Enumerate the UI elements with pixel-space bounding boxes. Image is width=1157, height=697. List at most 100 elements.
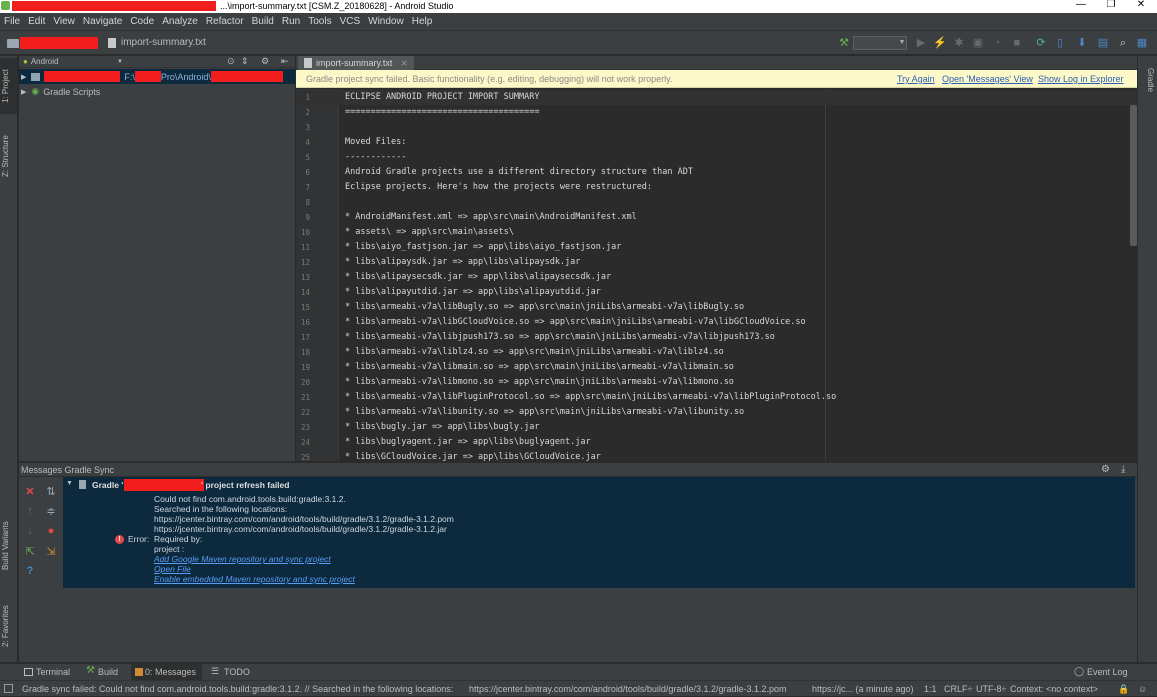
code-line[interactable]: 25 * libs\GCloudVoice.jar => app\libs\GCl… — [296, 450, 1137, 461]
caret-position[interactable]: 1:1 — [924, 681, 937, 697]
run-icon[interactable]: ▶ — [914, 36, 928, 50]
hide-panel-icon[interactable]: ⇤ — [281, 56, 289, 67]
code-line[interactable]: 20 * libs\armeabi-v7a\libmono.so => app\s… — [296, 375, 1137, 390]
tab-import-summary[interactable]: import-summary.txt ✕ — [298, 56, 414, 70]
group-expand-arrow-icon[interactable]: ▼ — [66, 480, 73, 487]
avd-manager-icon[interactable]: ▯ — [1053, 36, 1067, 50]
code-line[interactable]: 8 — [296, 195, 1137, 210]
tab-todo[interactable]: TODO — [210, 664, 250, 681]
code-line[interactable]: 9 * AndroidManifest.xml => app\src\main\A… — [296, 210, 1137, 225]
close-tab-icon[interactable]: ✕ — [401, 59, 408, 68]
code-line[interactable]: 24 * libs\buglyagent.jar => app\libs\bugl… — [296, 435, 1137, 450]
file-encoding[interactable]: UTF-8÷ — [976, 681, 1006, 697]
code-line[interactable]: 13 * libs\alipaysecsdk.jar => app\libs\al… — [296, 270, 1137, 285]
code-line[interactable]: 2 ====================================== — [296, 105, 1137, 120]
code-view[interactable]: 1 ECLIPSE ANDROID PROJECT IMPORT SUMMARY 2… — [296, 89, 1137, 461]
code-line[interactable]: 7 Eclipse projects. Here's how the projec… — [296, 180, 1137, 195]
code-line[interactable]: 4 Moved Files: — [296, 135, 1137, 150]
make-project-icon[interactable]: ⚒ — [837, 36, 851, 50]
tree-item-project[interactable]: ▶ F:\ Pro\Android\ — [19, 69, 295, 84]
code-line[interactable]: 12 * libs\alipaysdk.jar => app\libs\alipa… — [296, 255, 1137, 270]
code-line[interactable]: 11 * libs\aiyo_fastjson.jar => app\libs\a… — [296, 240, 1137, 255]
code-line[interactable]: 22 * libs\armeabi-v7a\libunity.so => app\… — [296, 405, 1137, 420]
export-icon[interactable]: ⇱ — [22, 543, 38, 559]
code-line[interactable]: 17 * libs\armeabi-v7a\libjpush173.so => a… — [296, 330, 1137, 345]
line-separator[interactable]: CRLF÷ — [944, 681, 972, 697]
context-indicator[interactable]: Context: <no context> — [1010, 681, 1098, 697]
sync-gradle-icon[interactable]: ⟳ — [1034, 36, 1048, 50]
coverage-icon[interactable]: ▣ — [971, 36, 985, 50]
tab-terminal[interactable]: Terminal — [22, 664, 70, 681]
stop-icon[interactable]: ■ — [1010, 36, 1024, 50]
code-line[interactable]: 21 * libs\armeabi-v7a\libPluginProtocol.s… — [296, 390, 1137, 405]
tab-event-log[interactable]: Event Log — [1073, 664, 1128, 681]
menu-file[interactable]: File — [4, 16, 20, 27]
collapse-all-icon[interactable]: ≑ — [43, 503, 59, 519]
open-messages-view-link[interactable]: Open 'Messages' View — [942, 70, 1033, 88]
code-line[interactable]: 15 * libs\armeabi-v7a\libBugly.so => app\… — [296, 300, 1137, 315]
profile-icon[interactable]: ◔ — [990, 36, 1004, 50]
status-toggle-icon[interactable] — [4, 684, 13, 693]
close-button[interactable]: ✕ — [1126, 0, 1156, 10]
lock-icon[interactable]: 🔒 — [1118, 681, 1129, 697]
show-log-in-explorer-link[interactable]: Show Log in Explorer — [1038, 70, 1124, 88]
menu-build[interactable]: Build — [252, 16, 274, 27]
code-line[interactable]: 16 * libs\armeabi-v7a\libGCloudVoice.so =… — [296, 315, 1137, 330]
code-line[interactable]: 5 ------------ — [296, 150, 1137, 165]
search-icon[interactable]: ⌕ — [1116, 36, 1130, 50]
tool-tab-gradle-label[interactable]: Gradle — [1139, 62, 1155, 98]
code-line[interactable]: 14 * libs\alipayutdid.jar => app\libs\ali… — [296, 285, 1137, 300]
minimize-button[interactable]: — — [1066, 0, 1096, 10]
maximize-button[interactable]: ❐ — [1096, 0, 1126, 10]
menu-navigate[interactable]: Navigate — [83, 16, 122, 27]
apply-changes-icon[interactable]: ⚡ — [933, 36, 947, 50]
expand-arrow-icon[interactable]: ▶ — [21, 73, 26, 81]
code-line[interactable]: 1 ECLIPSE ANDROID PROJECT IMPORT SUMMARY — [296, 90, 1137, 105]
code-line[interactable]: 3 — [296, 120, 1137, 135]
scroll-from-source-icon[interactable]: ⊙ — [227, 56, 235, 67]
add-google-maven-link[interactable]: Add Google Maven repository and sync pro… — [154, 554, 331, 564]
menu-code[interactable]: Code — [130, 16, 154, 27]
menu-run[interactable]: Run — [282, 16, 300, 27]
previous-message-icon[interactable]: ↑ — [22, 503, 38, 519]
open-file-link[interactable]: Open File — [154, 564, 191, 574]
debug-icon[interactable]: ✱ — [952, 36, 966, 50]
hector-icon[interactable]: ☺ — [1138, 681, 1147, 697]
expand-arrow-icon[interactable]: ▶ — [21, 88, 26, 96]
try-again-link[interactable]: Try Again — [897, 70, 935, 88]
collapse-all-icon[interactable]: ⇕ — [241, 56, 249, 67]
messages-hide-icon[interactable]: ⤓ — [1121, 463, 1125, 477]
menu-view[interactable]: View — [53, 16, 75, 27]
menu-vcs[interactable]: VCS — [340, 16, 361, 27]
layout-inspector-icon[interactable]: ▦ — [1135, 36, 1149, 50]
menu-tools[interactable]: Tools — [308, 16, 331, 27]
tool-tab-favorites-label[interactable]: 2: Favorites — [1, 596, 17, 656]
code-line[interactable]: 23 * libs\bugly.jar => app\libs\bugly.jar — [296, 420, 1137, 435]
tool-tab-project-label[interactable]: 1: Project — [1, 61, 17, 111]
code-line[interactable]: 10 * assets\ => app\src\main\assets\ — [296, 225, 1137, 240]
breadcrumb-file[interactable]: import-summary.txt — [121, 37, 206, 48]
expand-all-icon[interactable]: ⇅ — [43, 483, 59, 499]
tab-build[interactable]: Build — [84, 664, 118, 681]
code-line[interactable]: 18 * libs\armeabi-v7a\liblz4.so => app\sr… — [296, 345, 1137, 360]
menu-window[interactable]: Window — [368, 16, 404, 27]
menu-refactor[interactable]: Refactor — [206, 16, 244, 27]
settings-gear-icon[interactable]: ⚙ — [261, 56, 269, 67]
next-message-icon[interactable]: ↓ — [22, 523, 38, 539]
sdk-manager-icon[interactable]: ⬇ — [1075, 36, 1089, 50]
status-tail[interactable]: https://jc... (a minute ago) — [812, 681, 914, 697]
menu-edit[interactable]: Edit — [28, 16, 45, 27]
status-url[interactable]: https://jcenter.bintray.com/com/android/… — [469, 681, 787, 697]
menu-analyze[interactable]: Analyze — [162, 16, 198, 27]
show-errors-icon[interactable]: ● — [43, 523, 59, 539]
messages-tree[interactable]: ▼ Gradle ' ' project refresh failed Coul… — [63, 477, 1135, 588]
import-icon[interactable]: ⇲ — [43, 543, 59, 559]
menu-help[interactable]: Help — [412, 16, 433, 27]
project-structure-icon[interactable]: ▤ — [1096, 36, 1110, 50]
tool-tab-structure-label[interactable]: Z: Structure — [1, 126, 17, 186]
tree-item-gradle-scripts[interactable]: ▶ ◉ Gradle Scripts — [19, 84, 295, 99]
tool-tab-build-variants-label[interactable]: Build Variants — [1, 511, 17, 581]
editor-scrollbar[interactable] — [1130, 105, 1137, 246]
status-message[interactable]: Gradle sync failed: Could not find com.a… — [22, 681, 453, 697]
messages-settings-gear-icon[interactable]: ⚙ — [1101, 463, 1110, 477]
